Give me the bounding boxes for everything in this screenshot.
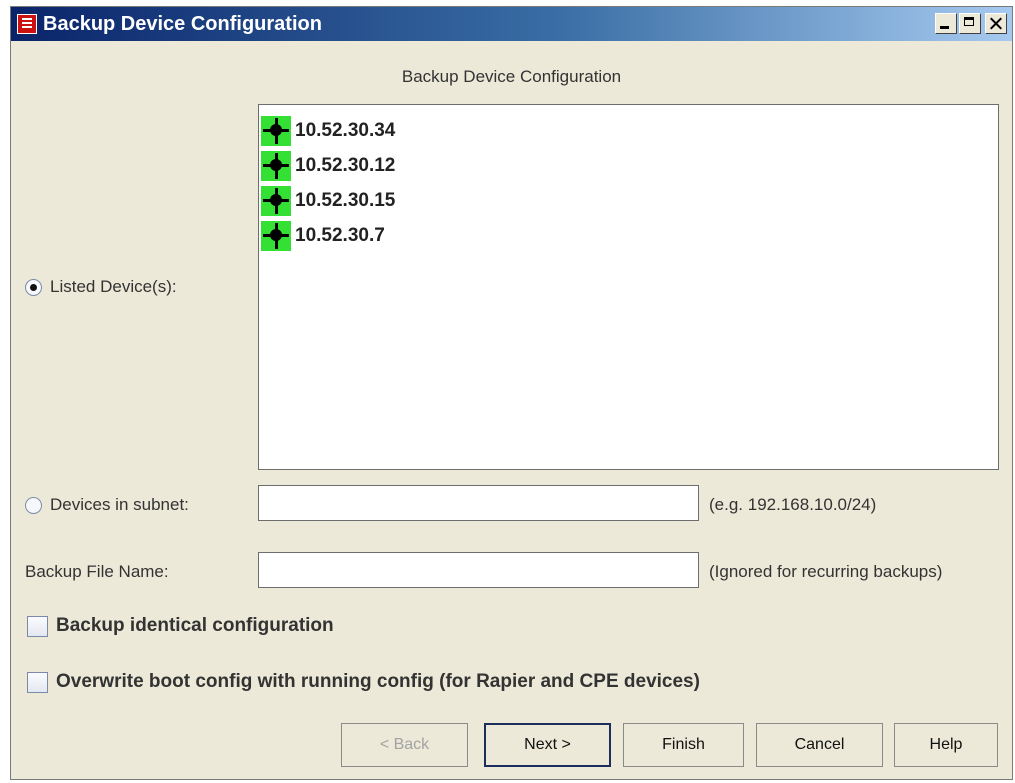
close-button[interactable] (985, 13, 1007, 34)
device-list[interactable]: 10.52.30.34 10.52.30.12 10.52.30.15 10.5… (258, 104, 999, 470)
minimize-button[interactable] (935, 13, 957, 34)
device-icon (261, 220, 291, 251)
device-ip: 10.52.30.7 (295, 224, 385, 246)
device-list-item[interactable]: 10.52.30.7 (259, 218, 998, 253)
help-button[interactable]: Help (894, 723, 998, 767)
backup-identical-option[interactable]: Backup identical configuration (27, 615, 334, 637)
backup-identical-label: Backup identical configuration (56, 615, 334, 636)
device-icon (261, 185, 291, 216)
device-ip: 10.52.30.34 (295, 119, 396, 141)
overwrite-boot-config-option[interactable]: Overwrite boot config with running confi… (27, 671, 700, 693)
device-ip: 10.52.30.15 (295, 189, 396, 211)
devices-in-subnet-radio-option[interactable]: Devices in subnet: (25, 495, 189, 515)
finish-button[interactable]: Finish (623, 723, 744, 767)
backup-identical-checkbox[interactable] (27, 615, 48, 637)
device-list-item[interactable]: 10.52.30.15 (259, 183, 998, 218)
app-icon (17, 14, 37, 34)
backup-file-name-hint: (Ignored for recurring backups) (709, 562, 943, 581)
device-list-item[interactable]: 10.52.30.34 (259, 113, 998, 148)
window-title: Backup Device Configuration (43, 13, 322, 35)
backup-file-name-label: Backup File Name: (25, 562, 169, 581)
devices-in-subnet-radio[interactable] (25, 496, 42, 514)
listed-devices-radio-option[interactable]: Listed Device(s): (25, 277, 177, 297)
device-icon (261, 150, 291, 181)
cancel-button[interactable]: Cancel (756, 723, 883, 767)
subnet-hint: (e.g. 192.168.10.0/24) (709, 495, 877, 514)
backup-file-name-input[interactable] (258, 552, 699, 588)
subnet-input[interactable] (258, 485, 699, 521)
title-bar[interactable]: Backup Device Configuration (11, 7, 1012, 41)
listed-devices-label: Listed Device(s): (50, 277, 177, 296)
overwrite-boot-config-checkbox[interactable] (27, 671, 48, 693)
devices-in-subnet-label: Devices in subnet: (50, 495, 189, 514)
dialog-heading: Backup Device Configuration (401, 67, 622, 86)
overwrite-boot-config-label: Overwrite boot config with running confi… (56, 671, 700, 692)
next-button[interactable]: Next > (484, 723, 611, 767)
listed-devices-radio[interactable] (25, 278, 42, 296)
device-ip: 10.52.30.12 (295, 154, 396, 176)
maximize-button[interactable] (959, 13, 981, 34)
backup-device-configuration-window: Backup Device Configuration Backup Devic… (10, 6, 1013, 780)
device-list-item[interactable]: 10.52.30.12 (259, 148, 998, 183)
back-button[interactable]: < Back (341, 723, 468, 767)
device-icon (261, 115, 291, 146)
